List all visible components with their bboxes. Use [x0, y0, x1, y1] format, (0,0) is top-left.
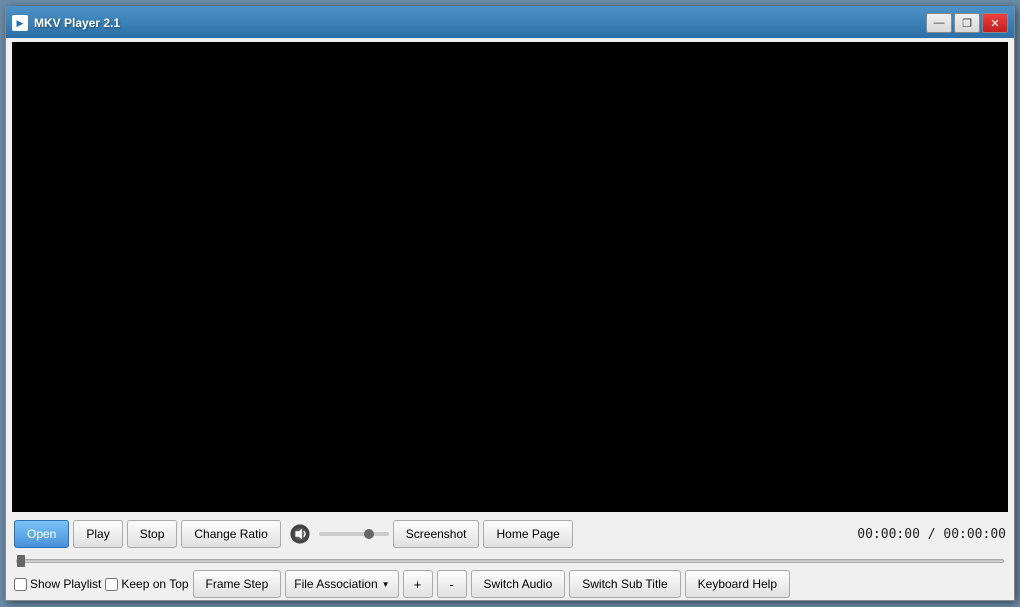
home-page-button[interactable]: Home Page — [483, 520, 572, 548]
title-bar-left: ▶ MKV Player 2.1 — [12, 15, 120, 31]
open-button[interactable]: Open — [14, 520, 69, 548]
main-window: ▶ MKV Player 2.1 — ❐ ✕ Open Play Stop Ch… — [5, 6, 1015, 601]
switch-audio-button[interactable]: Switch Audio — [471, 570, 566, 598]
dropdown-arrow-icon: ▼ — [382, 580, 390, 589]
minimize-button[interactable]: — — [926, 13, 952, 33]
switch-subtitle-button[interactable]: Switch Sub Title — [569, 570, 680, 598]
time-display: 00:00:00 / 00:00:00 — [857, 527, 1006, 542]
stop-button[interactable]: Stop — [127, 520, 178, 548]
screenshot-button[interactable]: Screenshot — [393, 520, 480, 548]
change-ratio-button[interactable]: Change Ratio — [181, 520, 280, 548]
volume-icon[interactable] — [285, 520, 315, 548]
keep-on-top-label[interactable]: Keep on Top — [105, 577, 188, 591]
seek-bar[interactable] — [16, 559, 1004, 563]
close-button[interactable]: ✕ — [982, 13, 1008, 33]
plus-button[interactable]: + — [403, 570, 433, 598]
controls-row-1: Open Play Stop Change Ratio — [14, 520, 1006, 548]
volume-slider[interactable] — [319, 532, 389, 536]
frame-step-button[interactable]: Frame Step — [193, 570, 282, 598]
title-bar: ▶ MKV Player 2.1 — ❐ ✕ — [6, 8, 1014, 38]
play-button[interactable]: Play — [73, 520, 122, 548]
file-association-dropdown[interactable]: File Association ▼ — [285, 570, 398, 598]
window-title: MKV Player 2.1 — [34, 16, 120, 30]
app-icon: ▶ — [12, 15, 28, 31]
seek-bar-container — [14, 552, 1006, 566]
minus-button[interactable]: - — [437, 570, 467, 598]
restore-button[interactable]: ❐ — [954, 13, 980, 33]
keyboard-help-button[interactable]: Keyboard Help — [685, 570, 790, 598]
show-playlist-checkbox[interactable] — [14, 578, 27, 591]
video-display — [12, 42, 1008, 512]
show-playlist-label[interactable]: Show Playlist — [14, 577, 101, 591]
controls-row-3: Show Playlist Keep on Top Frame Step Fil… — [14, 570, 1006, 598]
controls-area: Open Play Stop Change Ratio — [6, 516, 1014, 600]
title-bar-buttons: — ❐ ✕ — [926, 13, 1008, 33]
keep-on-top-checkbox[interactable] — [105, 578, 118, 591]
